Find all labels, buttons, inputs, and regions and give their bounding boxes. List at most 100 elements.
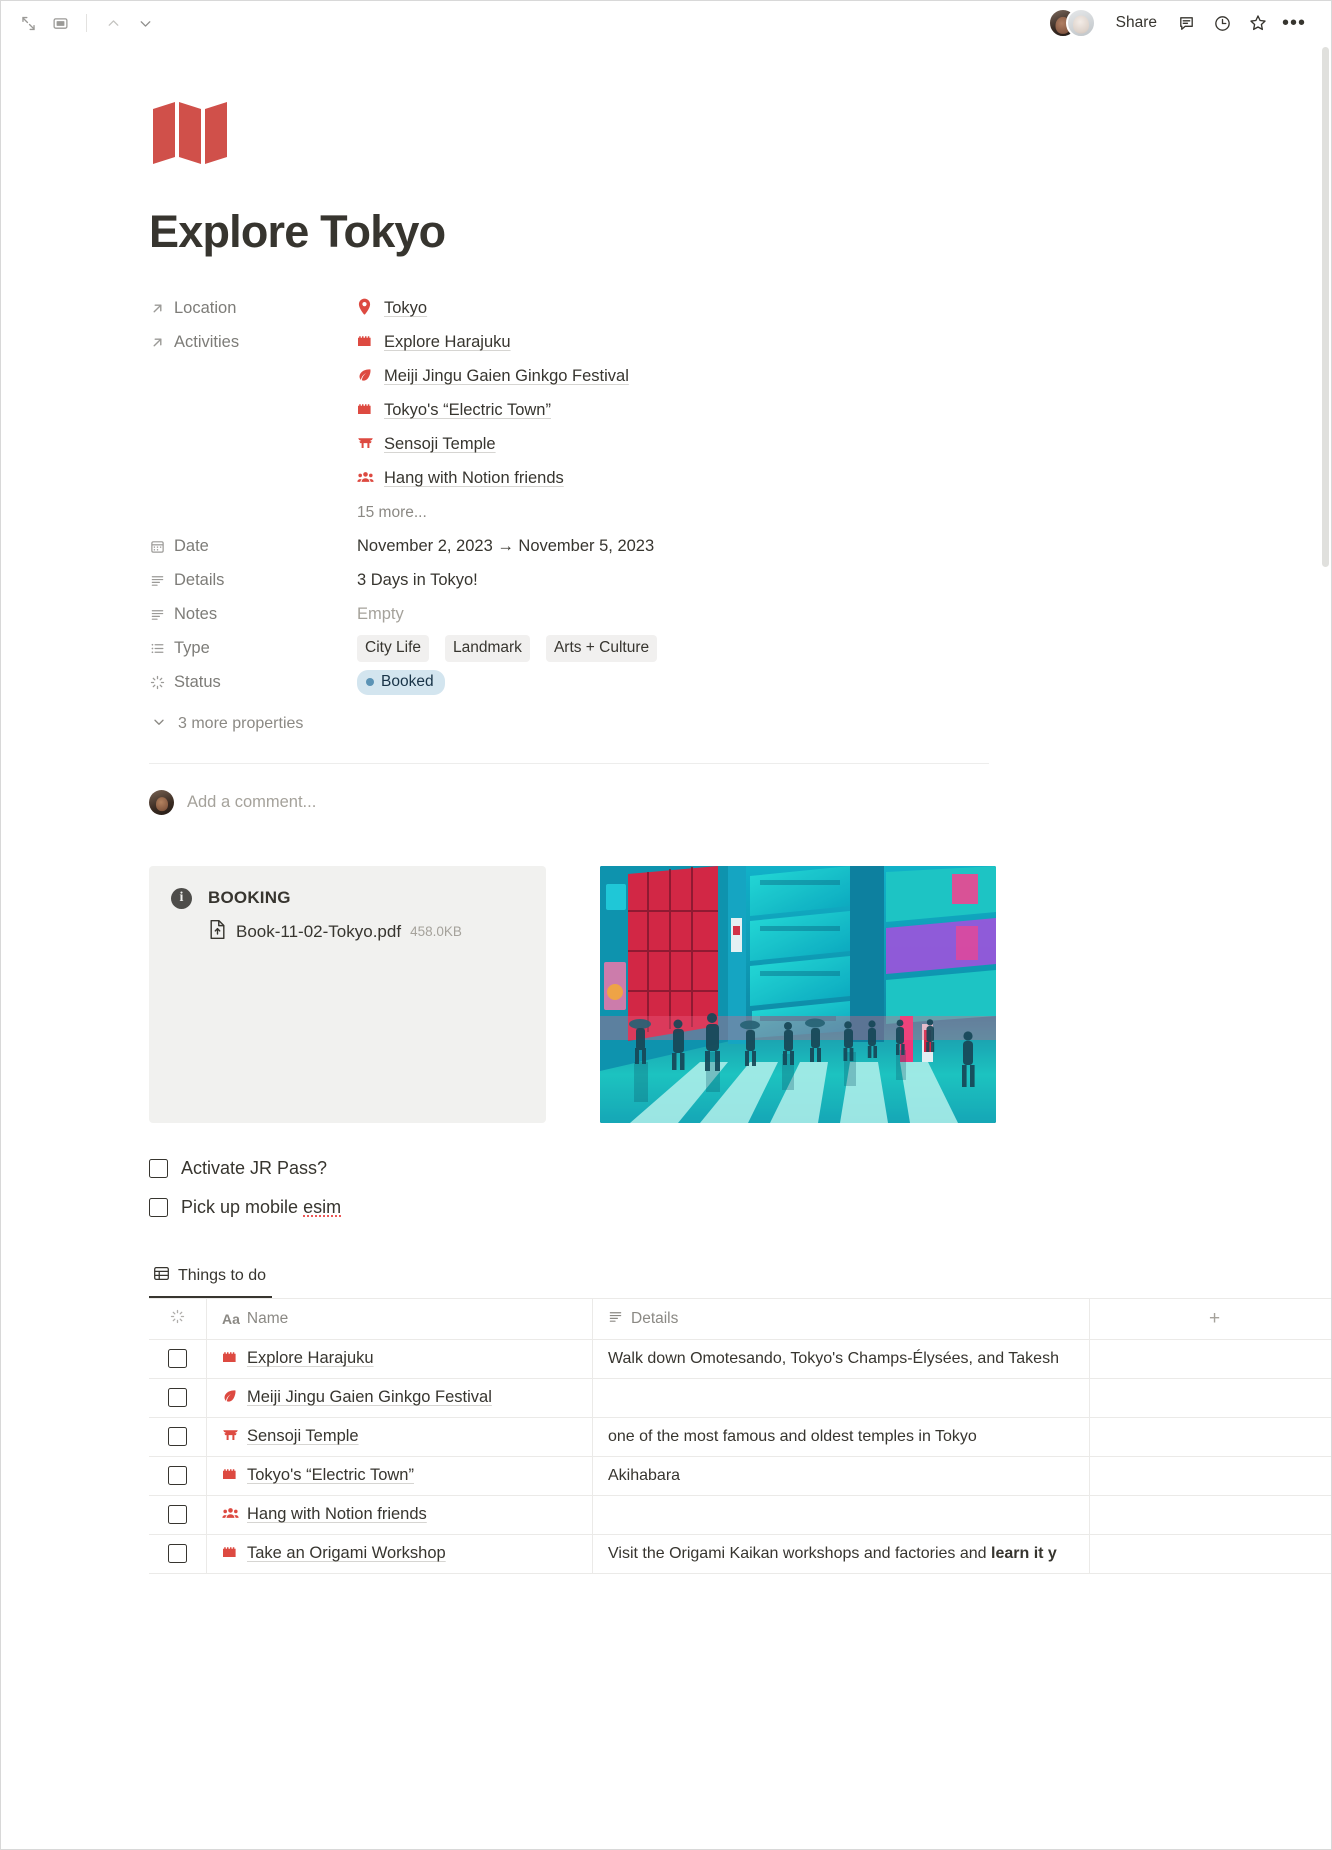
table-row[interactable]: Explore Harajuku Walk down Omotesando, T… xyxy=(149,1339,1331,1379)
page-title[interactable]: Explore Tokyo xyxy=(149,207,1249,257)
more-properties-toggle[interactable]: 3 more properties xyxy=(151,714,1249,735)
row-name-label[interactable]: Tokyo's “Electric Town” xyxy=(247,1466,414,1485)
property-label-date[interactable]: Date xyxy=(149,530,357,564)
relation-label[interactable]: Explore Harajuku xyxy=(384,333,511,352)
row-checkbox-cell[interactable] xyxy=(149,1495,207,1534)
relation-label[interactable]: Meiji Jingu Gaien Ginkgo Festival xyxy=(384,367,629,386)
row-checkbox-cell[interactable] xyxy=(149,1339,207,1378)
tag-chip[interactable]: Arts + Culture xyxy=(545,635,658,662)
property-label-type[interactable]: Type xyxy=(149,632,357,666)
tokyo-neon-street-photo[interactable] xyxy=(600,865,996,1123)
row-details-cell[interactable]: one of the most famous and oldest temple… xyxy=(593,1417,1090,1456)
sidebar-toggle-icon[interactable] xyxy=(45,8,75,38)
row-checkbox-cell[interactable] xyxy=(149,1417,207,1456)
expand-icon[interactable] xyxy=(13,8,43,38)
property-label-activities[interactable]: Activities xyxy=(149,326,357,360)
booking-callout[interactable]: i BOOKING Book-11-02-Tokyo.pdf 458.0KB xyxy=(149,865,546,1123)
relation-item[interactable]: Hang with Notion friends xyxy=(357,462,1249,496)
file-name[interactable]: Book-11-02-Tokyo.pdf xyxy=(236,922,401,942)
row-name-cell[interactable]: Meiji Jingu Gaien Ginkgo Festival xyxy=(207,1378,593,1417)
checkbox-unchecked-icon[interactable] xyxy=(168,1349,187,1368)
table-row[interactable]: Tokyo's “Electric Town” Akihabara xyxy=(149,1456,1331,1496)
table-row[interactable]: Hang with Notion friends xyxy=(149,1495,1331,1535)
todo-item[interactable]: Activate JR Pass? xyxy=(149,1149,1249,1188)
row-details-cell[interactable] xyxy=(593,1378,1090,1417)
relation-item[interactable]: Explore Harajuku xyxy=(357,326,1249,360)
checkbox-unchecked-icon[interactable] xyxy=(168,1505,187,1524)
property-value-details[interactable]: 3 Days in Tokyo! xyxy=(357,564,1249,598)
column-header-details[interactable]: Details xyxy=(593,1298,1090,1339)
title-aa-icon: Aa xyxy=(222,1310,240,1327)
tab-things-to-do[interactable]: Things to do xyxy=(149,1265,273,1298)
spellcheck-word[interactable]: esim xyxy=(303,1197,341,1217)
relation-label[interactable]: Sensoji Temple xyxy=(384,435,496,454)
checkbox-unchecked-icon[interactable] xyxy=(168,1544,187,1563)
avatar[interactable] xyxy=(1065,8,1096,38)
checkbox-unchecked-icon[interactable] xyxy=(149,1197,168,1217)
more-options-icon[interactable]: ••• xyxy=(1279,8,1309,38)
row-name-label[interactable]: Meiji Jingu Gaien Ginkgo Festival xyxy=(247,1388,492,1407)
table-row[interactable]: Sensoji Temple one of the most famous an… xyxy=(149,1417,1331,1457)
relation-label[interactable]: Tokyo's “Electric Town” xyxy=(384,401,551,420)
row-checkbox-cell[interactable] xyxy=(149,1534,207,1573)
nav-down-icon[interactable] xyxy=(130,8,160,38)
property-label-status[interactable]: Status xyxy=(149,666,357,700)
vertical-scrollbar[interactable] xyxy=(1322,47,1329,567)
relation-label[interactable]: Tokyo xyxy=(384,299,427,318)
property-value-date[interactable]: November 2, 2023 → November 5, 2023 xyxy=(357,530,1249,564)
row-name-label[interactable]: Sensoji Temple xyxy=(247,1427,359,1446)
row-details-cell[interactable]: Visit the Origami Kaikan workshops and f… xyxy=(593,1534,1090,1573)
status-badge[interactable]: Booked xyxy=(357,670,445,695)
todo-label[interactable]: Activate JR Pass? xyxy=(181,1158,327,1179)
row-name-cell[interactable]: Take an Origami Workshop xyxy=(207,1534,593,1573)
relation-item[interactable]: Sensoji Temple xyxy=(357,428,1249,462)
row-checkbox-cell[interactable] xyxy=(149,1378,207,1417)
checkbox-unchecked-icon[interactable] xyxy=(168,1427,187,1446)
relation-item[interactable]: Tokyo xyxy=(357,292,1249,326)
comment-icon[interactable] xyxy=(1171,8,1201,38)
add-column-button[interactable]: + xyxy=(1090,1299,1331,1339)
relation-item[interactable]: Meiji Jingu Gaien Ginkgo Festival xyxy=(357,360,1249,394)
favorite-star-icon[interactable] xyxy=(1243,8,1273,38)
property-label-notes[interactable]: Notes xyxy=(149,598,357,632)
tag-chip[interactable]: City Life xyxy=(357,635,429,662)
property-label-location[interactable]: Location xyxy=(149,292,357,326)
row-details-cell[interactable]: Akihabara xyxy=(593,1456,1090,1495)
row-name-label[interactable]: Explore Harajuku xyxy=(247,1349,374,1368)
comment-input-placeholder[interactable]: Add a comment... xyxy=(187,793,316,812)
table-row[interactable]: Take an Origami Workshop Visit the Origa… xyxy=(149,1534,1331,1574)
row-name-cell[interactable]: Hang with Notion friends xyxy=(207,1495,593,1534)
row-details-cell[interactable]: Walk down Omotesando, Tokyo's Champs-Ély… xyxy=(593,1339,1090,1378)
row-checkbox-cell[interactable] xyxy=(149,1456,207,1495)
checkbox-unchecked-icon[interactable] xyxy=(168,1466,187,1485)
column-header-name[interactable]: Aa Name xyxy=(207,1298,593,1339)
property-value-status[interactable]: Booked xyxy=(357,666,1249,700)
table-row[interactable]: Meiji Jingu Gaien Ginkgo Festival xyxy=(149,1378,1331,1418)
todo-item[interactable]: Pick up mobile esim xyxy=(149,1188,1249,1227)
relation-item[interactable]: Tokyo's “Electric Town” xyxy=(357,394,1249,428)
add-comment-row[interactable]: Add a comment... xyxy=(149,772,1249,834)
info-icon: i xyxy=(171,887,192,909)
history-clock-icon[interactable] xyxy=(1207,8,1237,38)
checkbox-unchecked-icon[interactable] xyxy=(168,1388,187,1407)
share-button[interactable]: Share xyxy=(1108,11,1165,35)
row-name-cell[interactable]: Tokyo's “Electric Town” xyxy=(207,1456,593,1495)
property-value-notes[interactable]: Empty xyxy=(357,598,1249,632)
property-value-type[interactable]: City Life Landmark Arts + Culture xyxy=(357,632,1249,666)
row-name-label[interactable]: Hang with Notion friends xyxy=(247,1505,427,1524)
row-details-cell[interactable] xyxy=(593,1495,1090,1534)
relation-label[interactable]: Hang with Notion friends xyxy=(384,469,564,488)
folded-map-icon[interactable] xyxy=(149,95,227,167)
tag-chip[interactable]: Landmark xyxy=(445,635,530,662)
row-name-cell[interactable]: Explore Harajuku xyxy=(207,1339,593,1378)
nav-up-icon[interactable] xyxy=(98,8,128,38)
column-header-check[interactable] xyxy=(149,1298,207,1339)
relation-more[interactable]: 15 more... xyxy=(357,496,1249,530)
row-name-cell[interactable]: Sensoji Temple xyxy=(207,1417,593,1456)
collaborator-avatars[interactable] xyxy=(1047,8,1096,38)
todo-label[interactable]: Pick up mobile esim xyxy=(181,1197,341,1218)
checkbox-unchecked-icon[interactable] xyxy=(149,1158,168,1178)
file-attachment[interactable]: Book-11-02-Tokyo.pdf 458.0KB xyxy=(208,919,526,945)
property-label-details[interactable]: Details xyxy=(149,564,357,598)
row-name-label[interactable]: Take an Origami Workshop xyxy=(247,1544,446,1563)
